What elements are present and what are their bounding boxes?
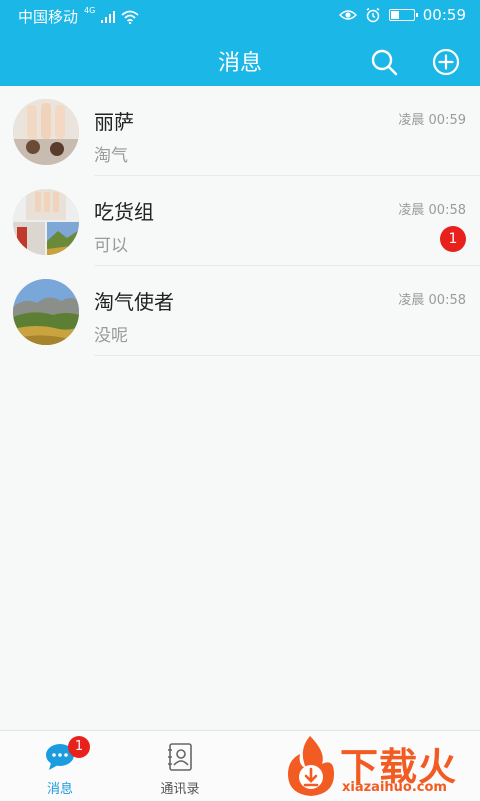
photo-avatar-feet [13,99,79,165]
conversation-preview: 淘气 [94,146,128,166]
eye-icon [338,10,357,20]
group-avatar-collage [13,189,79,255]
status-bar: 中国移动 4G 00:59 [0,0,480,32]
conversation-item[interactable]: 淘气使者 凌晨 00:58 没呢 [0,266,480,356]
status-right: 00:59 [338,6,466,24]
page-title: 消息 [217,51,262,76]
wifi-icon [121,10,139,24]
app-header: 消息 [0,32,480,86]
tab-contacts[interactable]: 通讯录 [140,731,220,801]
conversation-item[interactable]: 丽萨 凌晨 00:59 淘气 [0,86,480,176]
divider [94,355,480,356]
messages-badge: 1 [68,736,90,758]
search-icon[interactable] [370,48,398,76]
alarm-icon [366,7,380,23]
conversation-time: 凌晨 00:58 [398,293,466,308]
unread-badge: 1 [440,226,466,252]
conversation-preview: 没呢 [94,326,128,346]
battery-icon [388,9,418,21]
contacts-book-icon [168,743,192,771]
watermark-logo: 下载火 xiazaihuo.com [282,734,480,800]
tab-label: 通讯录 [160,782,200,797]
conversation-name: 吃货组 [94,200,154,224]
tab-messages[interactable]: 1 消息 [20,731,100,801]
conversation-name: 丽萨 [94,110,134,134]
add-circle-icon[interactable] [432,48,460,76]
clock: 00:59 [422,6,466,24]
conversation-time: 凌晨 00:59 [398,113,466,128]
watermark-url: xiazaihuo.com [342,780,447,795]
signal-icon [101,10,116,23]
conversation-item[interactable]: 吃货组 凌晨 00:58 可以 1 [0,176,480,266]
photo-avatar-landscape [13,279,79,345]
conversation-time: 凌晨 00:58 [398,203,466,218]
conversation-preview: 可以 [94,236,128,256]
battery-level [390,11,399,19]
network-type: 4G [84,6,96,15]
flame-download-icon [288,736,334,796]
conversation-list: 丽萨 凌晨 00:59 淘气 吃货组 凌晨 00:58 可以 1 淘气使者 凌晨… [0,86,480,356]
tab-label: 消息 [46,782,73,797]
carrier-label: 中国移动 [18,8,79,26]
status-left: 中国移动 4G [18,6,139,27]
conversation-name: 淘气使者 [94,290,174,314]
